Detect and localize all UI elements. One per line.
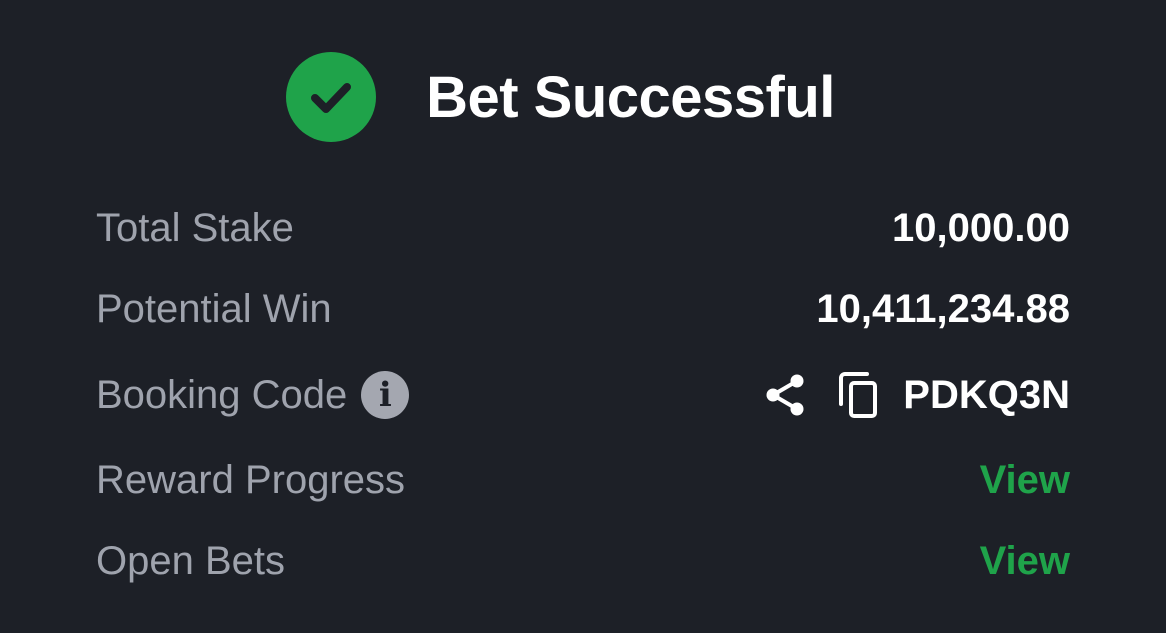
copy-icon[interactable] [835,369,883,421]
open-bets-view-link[interactable]: View [980,539,1070,584]
info-icon[interactable]: i [361,371,410,419]
booking-code-value: PDKQ3N [903,372,1070,417]
reward-progress-view-link[interactable]: View [980,458,1070,503]
check-circle-icon [286,52,377,142]
open-bets-label: Open Bets [96,538,286,583]
share-icon[interactable] [761,369,809,421]
reward-progress-label: Reward Progress [96,457,406,502]
reward-progress-row: Reward Progress View [96,450,1070,510]
total-stake-label: Total Stake [96,205,294,250]
booking-code-row: Booking Code i PDKQ3N [96,365,1070,425]
booking-code-value-group: PDKQ3N [761,369,1070,421]
booking-code-label: Booking Code [96,372,348,417]
open-bets-row: Open Bets View [96,531,1070,591]
total-stake-row: Total Stake 10,000.00 [96,198,1070,258]
total-stake-value: 10,000.00 [892,205,1070,250]
page-title: Bet Successful [426,64,835,130]
bet-success-header: Bet Successful [0,52,1166,142]
potential-win-label: Potential Win [96,286,332,331]
potential-win-value: 10,411,234.88 [816,286,1070,331]
potential-win-row: Potential Win 10,411,234.88 [96,279,1070,339]
booking-code-label-group: Booking Code i [96,371,410,419]
